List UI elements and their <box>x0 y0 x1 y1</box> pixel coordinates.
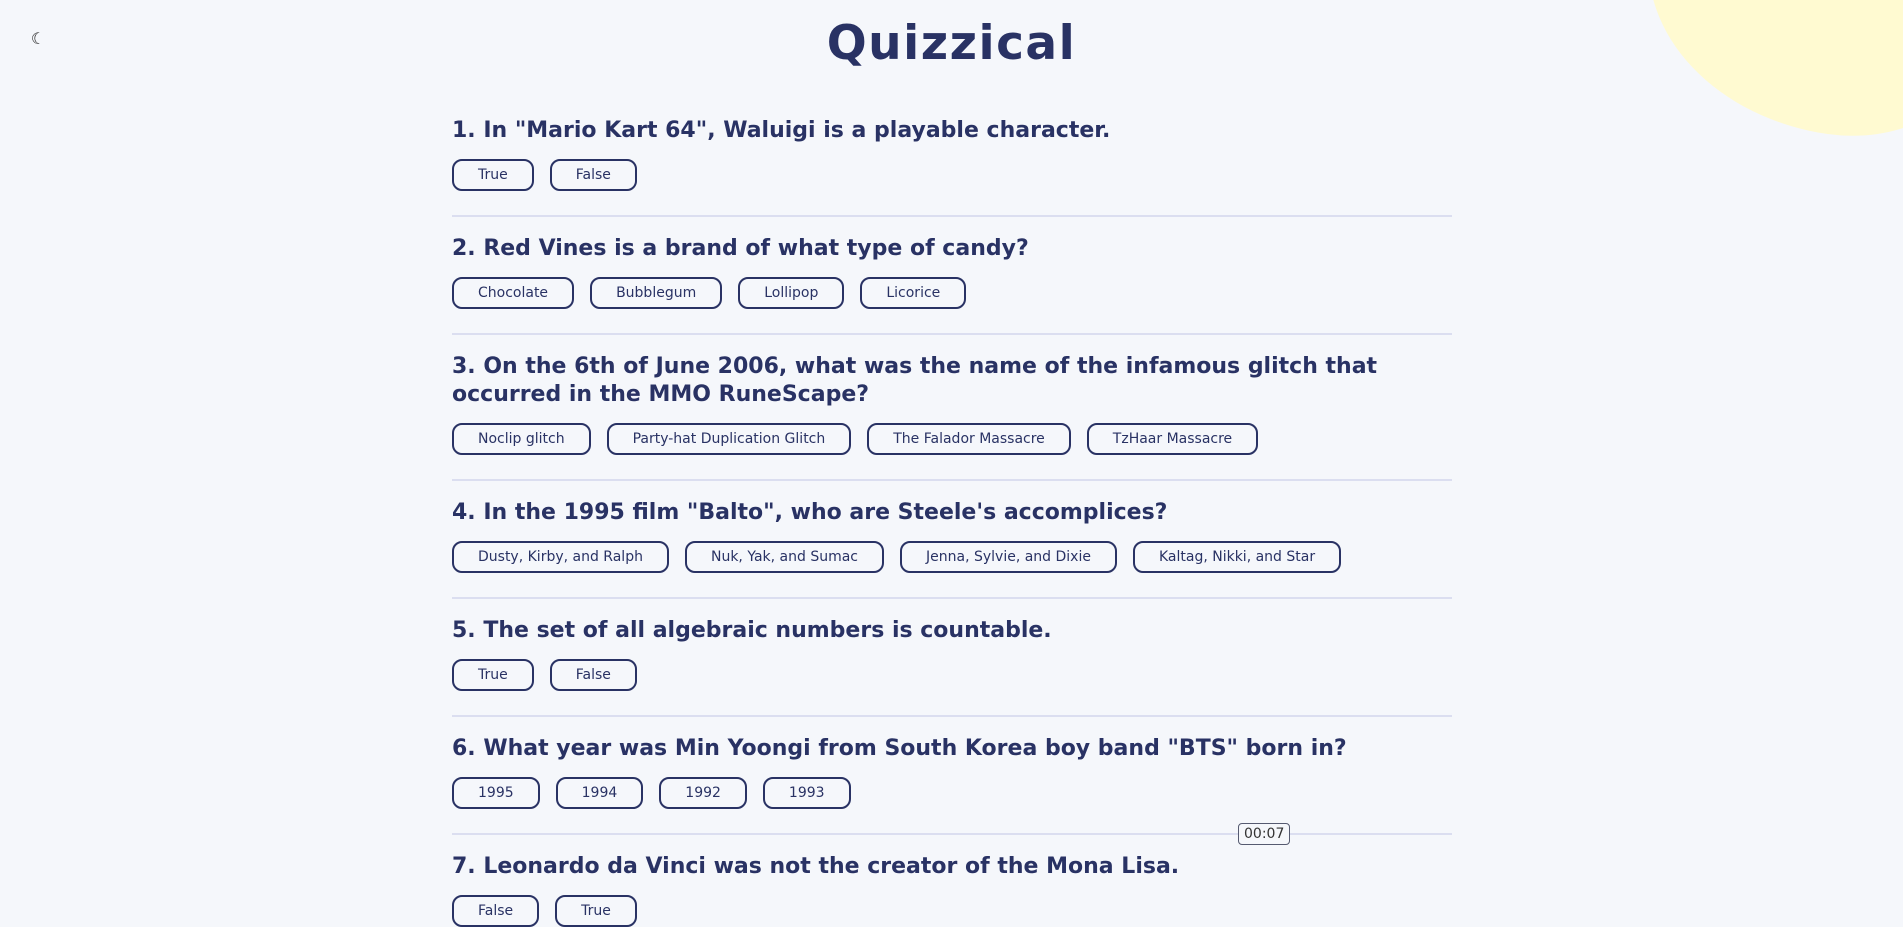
question-text: 5. The set of all algebraic numbers is c… <box>452 618 1052 643</box>
answer-button[interactable]: Nuk, Yak, and Sumac <box>684 541 884 573</box>
question-block: 7. Leonardo da Vinci was not the creator… <box>452 853 1452 927</box>
answer-button[interactable]: Dusty, Kirby, and Ralph <box>452 541 669 573</box>
answer-button[interactable]: Party-hat Duplication Glitch <box>606 423 852 455</box>
answer-button[interactable]: Noclip glitch <box>452 423 591 455</box>
answer-button[interactable]: The Falador Massacre <box>867 423 1071 455</box>
answer-button[interactable]: Licorice <box>860 277 967 309</box>
question-text: 6. What year was Min Yoongi from South K… <box>452 736 1347 761</box>
answer-button[interactable]: False <box>549 159 637 191</box>
answer-button[interactable]: True <box>452 159 534 191</box>
answer-button[interactable]: True <box>452 659 534 691</box>
question-block: 3. On the 6th of June 2006, what was the… <box>452 353 1452 481</box>
answer-button[interactable]: 1995 <box>452 777 540 809</box>
app-title: Quizzical <box>826 16 1077 71</box>
answer-button[interactable]: True <box>555 895 637 927</box>
questions-list: 1. In "Mario Kart 64", Waluigi is a play… <box>452 117 1452 927</box>
answer-button[interactable]: Lollipop <box>738 277 845 309</box>
question-block: 4. In the 1995 film "Balto", who are Ste… <box>452 499 1452 599</box>
answer-button[interactable]: Kaltag, Nikki, and Star <box>1132 541 1342 573</box>
answer-button[interactable]: 1992 <box>659 777 747 809</box>
question-text: 3. On the 6th of June 2006, what was the… <box>452 354 1378 407</box>
question-block: 5. The set of all algebraic numbers is c… <box>452 617 1452 717</box>
answer-button[interactable]: 1994 <box>555 777 644 809</box>
answer-options: 1995 1994 1992 1993 <box>452 777 1452 809</box>
answer-button[interactable]: TzHaar Massacre <box>1086 423 1259 455</box>
timer-display: 00:07 <box>1238 823 1291 845</box>
answer-options: True False <box>452 659 1452 691</box>
answer-options: Chocolate Bubblegum Lollipop Licorice <box>452 277 1452 309</box>
question-text: 7. Leonardo da Vinci was not the creator… <box>452 854 1180 879</box>
answer-options: Dusty, Kirby, and Ralph Nuk, Yak, and Sum… <box>452 541 1452 573</box>
question-text: 1. In "Mario Kart 64", Waluigi is a play… <box>452 118 1111 143</box>
answer-button[interactable]: False <box>452 895 540 927</box>
answer-button[interactable]: Chocolate <box>452 277 575 309</box>
answer-button[interactable]: False <box>549 659 637 691</box>
question-text: 4. In the 1995 film "Balto", who are Ste… <box>452 500 1168 525</box>
question-text: 2. Red Vines is a brand of what type of … <box>452 236 1029 261</box>
answer-button[interactable]: Bubblegum <box>590 277 723 309</box>
answer-options: False True <box>452 895 1452 927</box>
answer-button[interactable]: 1993 <box>762 777 851 809</box>
question-block: 6. What year was Min Yoongi from South K… <box>452 735 1452 835</box>
question-block: 2. Red Vines is a brand of what type of … <box>452 235 1452 335</box>
answer-options: True False <box>452 159 1452 191</box>
quiz-page: ☾ Quizzical 1. In "Mario Kart 64", Walui… <box>0 0 1903 927</box>
answer-options: Noclip glitch Party-hat Duplication Glitc… <box>452 423 1452 455</box>
answer-button[interactable]: Jenna, Sylvie, and Dixie <box>900 541 1117 573</box>
question-block: 1. In "Mario Kart 64", Waluigi is a play… <box>452 117 1452 217</box>
